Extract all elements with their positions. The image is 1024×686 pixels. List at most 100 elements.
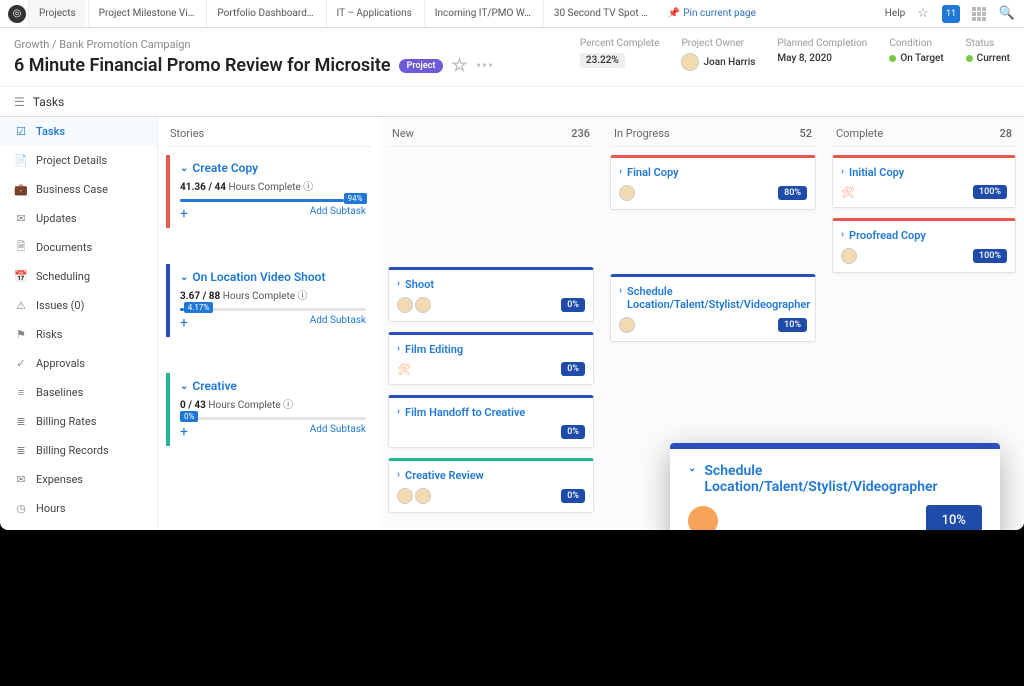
sidebar-item[interactable]: 💼 Business Case — [0, 175, 157, 204]
progress-bar: 4.17% — [180, 308, 366, 311]
sidebar: ☑ Tasks 📄 Project Details 💼 Business Cas… — [0, 117, 158, 527]
sidebar-item[interactable]: 📅 Scheduling — [0, 262, 157, 291]
task-card[interactable]: › Proofread Copy 100% — [832, 218, 1016, 273]
help-link[interactable]: Help — [886, 5, 904, 23]
nav-tab[interactable]: Projects — [28, 0, 86, 27]
chevron-down-icon[interactable]: ⌄ — [688, 463, 696, 474]
assignee-avatar-icon[interactable] — [688, 506, 718, 531]
card-avatars: 🛠 — [841, 186, 855, 199]
status-label: Status — [966, 38, 1010, 49]
task-card[interactable]: › Creative Review 0% — [388, 458, 594, 513]
popup-title[interactable]: Schedule Location/Talent/Stylist/Videogr… — [704, 463, 982, 495]
task-card[interactable]: › Shoot 0% — [388, 267, 594, 322]
app-logo-icon[interactable]: ◎ — [8, 5, 26, 23]
story-title[interactable]: ⌄ On Location Video Shoot — [180, 270, 366, 284]
add-button[interactable]: + — [180, 424, 188, 440]
card-title[interactable]: › Creative Review — [397, 469, 585, 482]
card-title[interactable]: › Final Copy — [619, 166, 807, 179]
progress-pct: 0% — [180, 411, 198, 422]
col-stories-label: Stories — [170, 127, 204, 140]
task-card[interactable]: › Final Copy 80% — [610, 155, 816, 210]
add-subtask-button[interactable]: Add Subtask — [310, 206, 366, 222]
card-title[interactable]: › Initial Copy — [841, 166, 1007, 179]
sidebar-item[interactable]: ☑ Tasks — [0, 117, 157, 146]
story-title[interactable]: ⌄ Create Copy — [180, 161, 366, 175]
info-icon[interactable]: ⓘ — [283, 400, 293, 411]
column-new: New 236 › Shoot 0% › Film Editing 🛠 0% › … — [380, 117, 602, 527]
notification-badge[interactable]: 11 — [942, 5, 960, 23]
col-new-label: New — [392, 127, 414, 140]
page-title: 6 Minute Financial Promo Review for Micr… — [14, 55, 494, 76]
sidebar-item-icon: ≡ — [14, 386, 28, 400]
sidebar-item[interactable]: ⌄ Show More — [0, 523, 157, 527]
view-tabs: ☰ Tasks — [0, 87, 1024, 117]
avatar-icon — [841, 248, 857, 264]
apps-grid-icon[interactable] — [970, 5, 988, 23]
popup-pct-badge: 10% — [926, 505, 982, 530]
info-icon[interactable]: ⓘ — [298, 291, 308, 302]
task-card[interactable]: › Film Handoff to Creative 0% — [388, 395, 594, 448]
favorite-star-icon[interactable]: ☆ — [914, 5, 932, 23]
sidebar-item[interactable]: ≡ Baselines — [0, 378, 157, 407]
breadcrumb[interactable]: Growth / Bank Promotion Campaign — [14, 38, 494, 51]
sidebar-item[interactable]: ⚑ Risks — [0, 320, 157, 349]
sidebar-item-icon: ◷ — [14, 502, 28, 516]
sidebar-item[interactable]: 🗎 Documents — [0, 233, 157, 262]
avatar-icon — [397, 297, 413, 313]
story-title[interactable]: ⌄ Creative — [180, 379, 366, 393]
pct-value: 23.22% — [580, 53, 625, 68]
card-pct: 0% — [561, 425, 585, 439]
tab-tasks[interactable]: Tasks — [33, 95, 65, 109]
nav-tab[interactable]: 30 Second TV Spot … — [543, 0, 658, 27]
card-avatars — [841, 248, 857, 264]
nav-tab[interactable]: Portfolio Dashboard… — [206, 0, 323, 27]
col-complete-count: 28 — [999, 127, 1012, 140]
task-detail-popup: ⌄ Schedule Location/Talent/Stylist/Video… — [670, 443, 1000, 530]
sidebar-item[interactable]: ✉ Updates — [0, 204, 157, 233]
nav-tab[interactable]: IT – Applications — [326, 0, 422, 27]
card-avatars: 🛠 — [397, 363, 411, 376]
card-title[interactable]: › Film Handoff to Creative — [397, 406, 585, 419]
nav-tab[interactable]: Incoming IT/PMO W… — [424, 0, 541, 27]
favorite-star-icon[interactable]: ☆ — [451, 55, 467, 76]
sidebar-item[interactable]: ◷ Hours — [0, 494, 157, 523]
card-title[interactable]: › Proofread Copy — [841, 229, 1007, 242]
add-button[interactable]: + — [180, 206, 188, 222]
sidebar-item[interactable]: ✓ Approvals — [0, 349, 157, 378]
add-subtask-button[interactable]: Add Subtask — [310, 424, 366, 440]
pct-label: Percent Complete — [580, 38, 660, 49]
info-icon[interactable]: ⓘ — [303, 182, 313, 193]
tool-icon: 🛠 — [397, 363, 411, 376]
sidebar-item[interactable]: ✉ Expenses — [0, 465, 157, 494]
sidebar-item[interactable]: 📄 Project Details — [0, 146, 157, 175]
sidebar-item[interactable]: ⚠ Issues (0) — [0, 291, 157, 320]
avatar-icon — [619, 317, 635, 333]
card-title[interactable]: › Film Editing — [397, 343, 585, 356]
chevron-right-icon: › — [397, 343, 400, 354]
owner-value: Joan Harris — [703, 57, 755, 68]
task-card[interactable]: › Film Editing 🛠 0% — [388, 332, 594, 385]
sidebar-item[interactable]: ≣ Billing Records — [0, 436, 157, 465]
more-menu-icon[interactable]: ⋯ — [476, 55, 494, 76]
add-button[interactable]: + — [180, 315, 188, 331]
card-title[interactable]: › Schedule Location/Talent/Stylist/Video… — [619, 285, 807, 311]
completion-value: May 8, 2020 — [777, 53, 867, 64]
task-card[interactable]: › Schedule Location/Talent/Stylist/Video… — [610, 274, 816, 342]
card-title[interactable]: › Shoot — [397, 278, 585, 291]
sidebar-item-icon: 📄 — [14, 154, 28, 168]
chevron-down-icon: ⌄ — [180, 272, 188, 283]
col-new-count: 236 — [571, 127, 590, 140]
task-card[interactable]: › Initial Copy 🛠 100% — [832, 155, 1016, 208]
status-value: Current — [977, 53, 1010, 64]
sidebar-item-label: Updates — [36, 212, 77, 225]
story-card: ⌄ On Location Video Shoot 3.67 / 88 Hour… — [166, 264, 372, 337]
add-subtask-button[interactable]: Add Subtask — [310, 315, 366, 331]
progress-pct: 4.17% — [184, 302, 213, 313]
search-icon[interactable]: 🔍 — [998, 5, 1016, 23]
nav-tab[interactable]: Project Milestone Vi… — [88, 0, 205, 27]
card-avatars — [619, 317, 635, 333]
completion-label: Planned Completion — [777, 38, 867, 49]
sidebar-item[interactable]: ≣ Billing Rates — [0, 407, 157, 436]
chevron-right-icon: › — [841, 166, 844, 177]
pin-page-button[interactable]: 📌 Pin current page — [660, 8, 764, 19]
